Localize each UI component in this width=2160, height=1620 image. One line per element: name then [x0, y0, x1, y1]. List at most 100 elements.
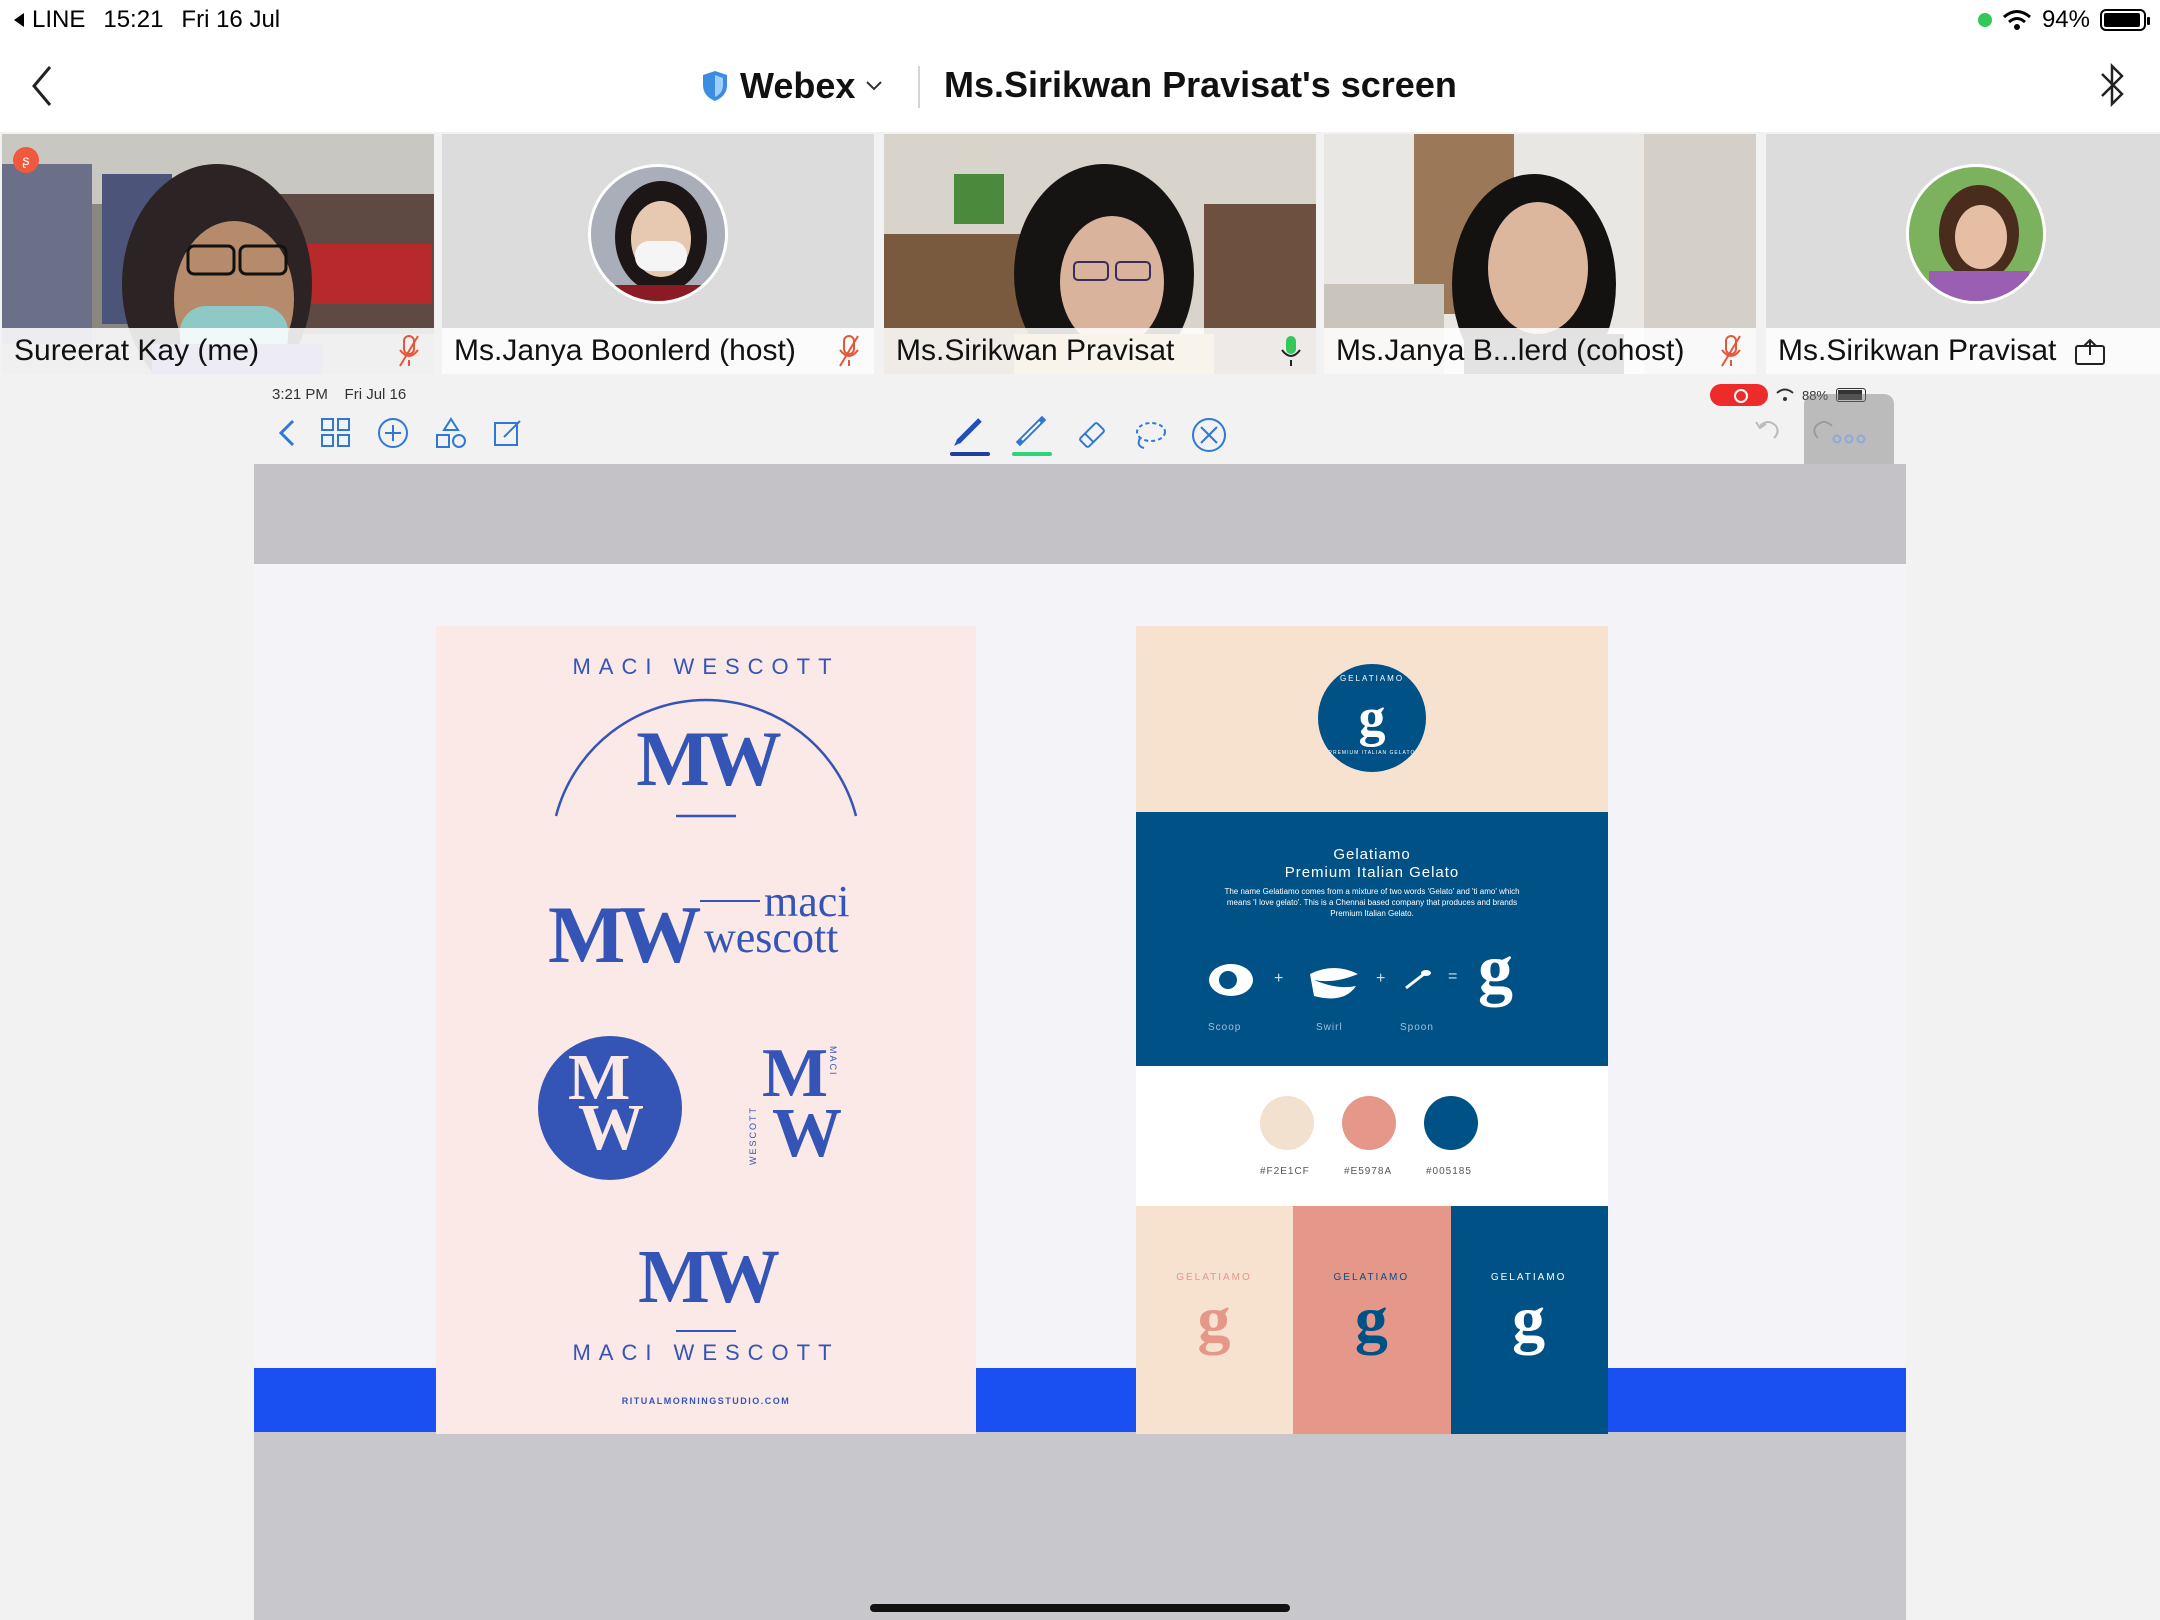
add-page-icon[interactable] [376, 416, 410, 450]
shield-icon [703, 71, 727, 101]
gelato-badge: GELATIAMO g PREMIUM ITALIAN GELATO [1318, 664, 1426, 772]
shared-ipad-status: 3:21 PM Fri Jul 16 [272, 386, 406, 403]
gelato-badge-variants: GELATIAMO g GELATIAMO g GELATIAMO g [1136, 1206, 1608, 1434]
webex-menu-button[interactable]: Webex [700, 62, 883, 110]
participant-name: Ms.Sirikwan Pravisat [884, 328, 1316, 374]
mw-footer-name: MACI WESCOTT [572, 1340, 840, 1365]
back-button[interactable] [22, 58, 62, 114]
grid-view-icon[interactable] [320, 417, 352, 449]
back-triangle-icon [14, 13, 24, 27]
edit-note-icon[interactable] [492, 417, 524, 449]
shared-ipad-date: Fri Jul 16 [344, 386, 407, 403]
badge-variant-navy: GELATIAMO g [1450, 1206, 1608, 1434]
canvas-bottom-band [254, 1432, 1906, 1620]
lasso-icon[interactable] [1132, 418, 1168, 452]
participant-name: Sureerat Kay (me) [2, 328, 434, 374]
palette-hex-coral: #E5978A [1344, 1166, 1393, 1177]
gelato-result-letter: g [1478, 931, 1513, 1008]
more-dots-icon [1832, 434, 1866, 444]
status-time: 15:21 [103, 6, 164, 33]
mw-logo-board: MACI WESCOTT MW MW maci wescott M W M W … [436, 626, 976, 1434]
swirl-icon [1310, 968, 1358, 999]
participant-tile[interactable]: Ms.Janya Boonlerd (host) [442, 134, 874, 374]
eraser-icon[interactable] [1074, 418, 1110, 452]
webex-label: Webex [740, 65, 856, 106]
highlighter-color-indicator [1012, 452, 1052, 456]
shapes-icon[interactable] [434, 416, 468, 450]
highlighter-tool[interactable] [1012, 414, 1052, 456]
wordmark-rule [700, 900, 760, 902]
participant-name: Ms.Janya B...lerd (cohost) [1324, 328, 1756, 374]
mw-circle-badge: M W [538, 1036, 682, 1180]
app-root: { "status_bar": { "back_app": "LINE", "t… [0, 0, 2160, 1620]
palette-swatch-navy [1424, 1096, 1478, 1150]
formula-label-spoon: Spoon [1400, 1022, 1434, 1033]
gelato-badge-arc-bottom: PREMIUM ITALIAN GELATO [1328, 750, 1416, 756]
back-to-app-link[interactable]: LINE [12, 6, 85, 34]
palette-swatch-cream [1260, 1096, 1314, 1150]
mic-muted-icon[interactable] [838, 334, 860, 368]
notes-drawing-tools [950, 414, 1228, 456]
mw-monogram-footer: MW [638, 1235, 780, 1319]
spoon-icon [1405, 970, 1431, 990]
palette-hex-navy: #005185 [1426, 1166, 1472, 1177]
pen-icon [954, 418, 982, 446]
shared-screen-title: Ms.Sirikwan Pravisat's screen [944, 64, 1457, 105]
home-indicator[interactable] [870, 1604, 1290, 1612]
host-badge-icon: ʂ [13, 147, 39, 173]
svg-text:ʂ: ʂ [23, 152, 30, 168]
mic-active-icon[interactable] [1280, 334, 1302, 368]
shared-screen-area: 3:21 PM Fri Jul 16 88% MACI WESCOTT MW M… [0, 376, 2160, 1620]
mw-circle-w: W [578, 1091, 644, 1164]
participant-name: Ms.Janya Boonlerd (host) [442, 328, 874, 374]
footer-rule [676, 1330, 736, 1332]
highlighter-icon [1015, 415, 1047, 447]
mw-arc-text: MACI WESCOTT [572, 654, 840, 679]
shared-ipad-time: 3:21 PM [272, 386, 328, 403]
gelato-badge-section: GELATIAMO g PREMIUM ITALIAN GELATO [1136, 626, 1608, 812]
chevron-down-icon [866, 81, 883, 91]
wordmark-wescott: wescott [704, 913, 839, 962]
shared-wifi-icon [1776, 388, 1794, 401]
battery-percent: 94% [2041, 6, 2090, 33]
mw-monogram-top: MW [636, 715, 782, 802]
gelato-brand-name: Gelatiamo [1333, 846, 1411, 863]
gelato-description: The name Gelatiamo comes from a mixture … [1224, 887, 1520, 918]
mw-stacked-vertical-wescott: WESCOTT [748, 1106, 758, 1165]
gelato-tagline: Premium Italian Gelato [1284, 864, 1460, 881]
shared-document-canvas: MACI WESCOTT MW MW maci wescott M W M W … [254, 464, 1906, 1620]
undo-icon[interactable] [1754, 416, 1782, 440]
notes-toolbar-left [278, 416, 524, 450]
formula-label-scoop: Scoop [1208, 1022, 1242, 1033]
pen-tool[interactable] [950, 414, 990, 456]
share-screen-icon [2074, 338, 2105, 366]
participant-name: Ms.Sirikwan Pravisat [1766, 328, 2160, 374]
participant-tile[interactable]: Ms.Sirikwan Pravisat [884, 134, 1316, 374]
participant-tile[interactable]: Ms.Janya B...lerd (cohost) [1324, 134, 1756, 374]
participant-name-text: Ms.Sirikwan Pravisat [1778, 334, 2057, 367]
mic-muted-icon[interactable] [398, 334, 420, 368]
notes-back-icon[interactable] [278, 418, 296, 448]
pen-color-indicator [950, 452, 990, 456]
equals-sign: = [1448, 968, 1458, 985]
variant-letter-cream: g [1197, 1283, 1231, 1356]
mw-stacked-vertical-maci: MACI [828, 1046, 838, 1077]
palette-hex-cream: #F2E1CF [1260, 1166, 1310, 1177]
recording-indicator [1710, 384, 1768, 406]
canvas-top-band [254, 464, 1906, 564]
clear-tool-icon[interactable] [1190, 416, 1228, 454]
participant-tile[interactable]: ʂ Sureerat Kay (me) [2, 134, 434, 374]
gelato-badge-arc: GELATIAMO [1339, 674, 1405, 683]
avatar [1906, 164, 2046, 304]
wifi-icon [2002, 10, 2031, 30]
mw-monogram-wordmark: MW [548, 889, 701, 980]
participant-tile[interactable]: Ms.Sirikwan Pravisat [1766, 134, 2160, 374]
mic-muted-icon[interactable] [1720, 334, 1742, 368]
palette-swatch-coral [1342, 1096, 1396, 1150]
camera-in-use-indicator [1977, 13, 1992, 27]
mw-website: RITUALMORNINGSTUDIO.COM [621, 1396, 791, 1406]
status-bar: LINE 15:21 Fri 16 Jul 94% [0, 0, 2160, 44]
back-app-label: LINE [32, 6, 86, 33]
variant-letter-coral: g [1354, 1283, 1388, 1356]
bluetooth-icon[interactable] [2092, 60, 2132, 110]
